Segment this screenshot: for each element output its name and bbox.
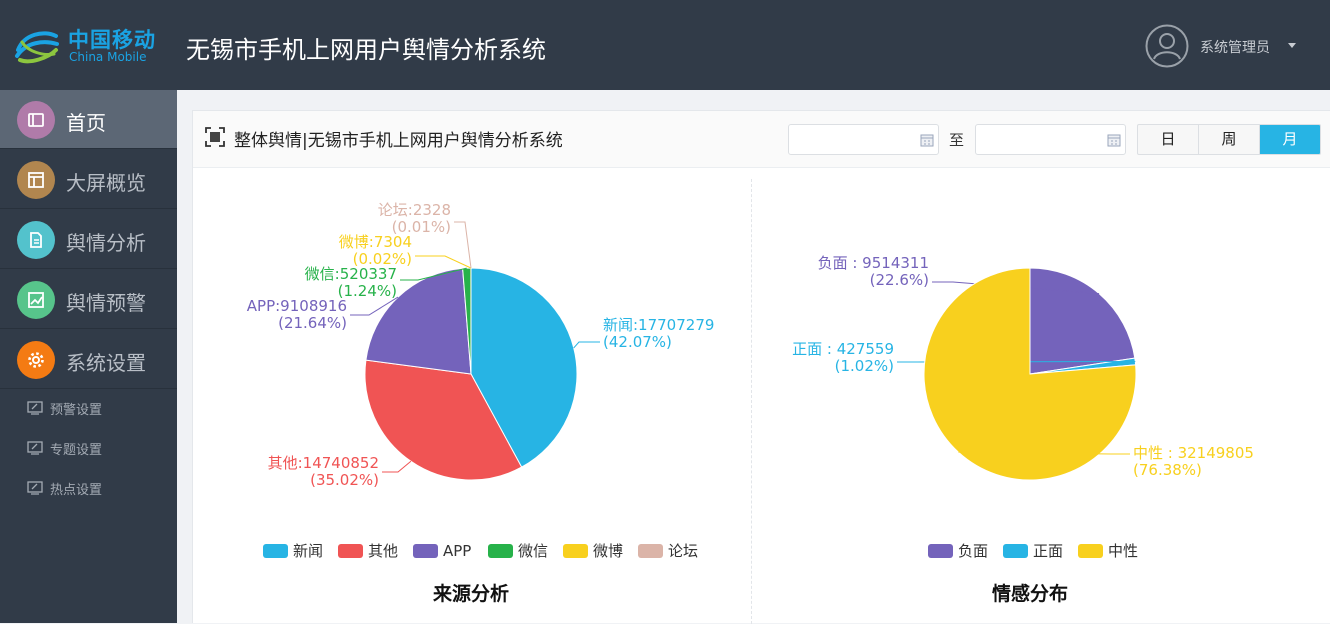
sidebar-item-circle xyxy=(17,161,55,199)
pie-label-percent: (1.02%) xyxy=(835,357,894,375)
pie-label: 其他:14740852 xyxy=(268,454,379,472)
pie-leader-line xyxy=(574,342,600,348)
app-title: 无锡市手机上网用户舆情分析系统 xyxy=(186,30,546,65)
pie-label-percent: (76.38%) xyxy=(1133,461,1202,479)
logo-text-en: China Mobile xyxy=(69,50,146,64)
sidebar: 首页 大屏概览 舆情分析 舆情预警 系统设置 预警设置 专题设置 热点设置 xyxy=(0,90,177,623)
home-icon xyxy=(27,111,45,129)
chart-title: 来源分析 xyxy=(433,582,509,605)
user-avatar-icon xyxy=(1145,24,1189,68)
legend-item: 负面 xyxy=(958,542,988,560)
panel-header: 整体舆情|无锡市手机上网用户舆情分析系统 至 日 周 月 xyxy=(193,111,1330,168)
end-date-input[interactable] xyxy=(975,124,1126,155)
pie-label-percent: (35.02%) xyxy=(310,471,379,489)
pie-label: 论坛:2328 xyxy=(378,201,451,219)
pie-label: 中性 : 32149805 xyxy=(1133,444,1254,462)
sidebar-item-settings[interactable]: 系统设置 xyxy=(0,330,177,389)
user-name: 系统管理员 xyxy=(1200,37,1270,57)
legend-swatch xyxy=(413,544,438,558)
sidebar-item-analysis[interactable]: 舆情分析 xyxy=(0,210,177,269)
legend-swatch xyxy=(488,544,513,558)
legend-swatch xyxy=(563,544,588,558)
legend-item: 其他 xyxy=(368,542,398,560)
china-mobile-logo-icon xyxy=(14,24,60,66)
legend-item: 正面 xyxy=(1033,542,1063,560)
pie-label-percent: (0.02%) xyxy=(353,250,412,268)
pie-label: APP:9108916 xyxy=(247,297,347,315)
pie-label-percent: (1.24%) xyxy=(338,282,397,300)
monitor-edit-icon xyxy=(27,480,43,496)
panel-title: 整体舆情|无锡市手机上网用户舆情分析系统 xyxy=(234,126,563,151)
sidebar-subitem-hotspot-settings[interactable]: 热点设置 xyxy=(0,468,177,508)
legend-swatch xyxy=(1003,544,1028,558)
pie-slice xyxy=(1030,268,1135,374)
sidebar-subitem-label: 专题设置 xyxy=(50,439,102,458)
sidebar-item-label: 系统设置 xyxy=(66,347,146,376)
pie-label: 新闻:17707279 xyxy=(603,316,714,334)
legend-item: 微信 xyxy=(518,542,548,560)
sidebar-subitem-label: 预警设置 xyxy=(50,399,102,418)
sidebar-item-home[interactable]: 首页 xyxy=(0,90,177,149)
charts-area: 新闻:17707279(42.07%) 其他:14740852(35.02%) AP… xyxy=(193,168,1330,624)
calendar-icon[interactable] xyxy=(1107,133,1121,147)
overview-panel: 整体舆情|无锡市手机上网用户舆情分析系统 至 日 周 月 新闻:17707279… xyxy=(192,110,1330,623)
sidebar-item-label: 舆情分析 xyxy=(66,227,146,256)
sidebar-item-warning[interactable]: 舆情预警 xyxy=(0,270,177,329)
gear-icon xyxy=(27,351,45,369)
chart-title: 情感分布 xyxy=(992,582,1068,605)
legend-item: APP xyxy=(443,542,471,560)
sidebar-item-label: 舆情预警 xyxy=(66,287,146,316)
period-month-button[interactable]: 月 xyxy=(1260,125,1320,154)
pie-label-percent: (21.64%) xyxy=(278,314,347,332)
sidebar-subitem-label: 热点设置 xyxy=(50,479,102,498)
sidebar-item-label: 大屏概览 xyxy=(66,167,146,196)
start-date-input[interactable] xyxy=(788,124,939,155)
sidebar-item-label: 首页 xyxy=(66,107,106,136)
sidebar-subitem-topic-settings[interactable]: 专题设置 xyxy=(0,428,177,468)
legend-swatch xyxy=(263,544,288,558)
sidebar-item-circle xyxy=(17,221,55,259)
sidebar-subitem-warning-settings[interactable]: 预警设置 xyxy=(0,388,177,428)
pie-label: 正面 : 427559 xyxy=(792,340,894,358)
monitor-edit-icon xyxy=(27,440,43,456)
period-switch: 日 周 月 xyxy=(1137,124,1321,155)
pie-label-percent: (0.01%) xyxy=(392,218,451,236)
sidebar-item-circle xyxy=(17,341,55,379)
pie-label-percent: (42.07%) xyxy=(603,333,672,351)
sidebar-item-circle xyxy=(17,101,55,139)
legend-swatch xyxy=(638,544,663,558)
pie-label: 负面 : 9514311 xyxy=(818,254,929,272)
calendar-icon[interactable] xyxy=(920,133,934,147)
pie-label-percent: (22.6%) xyxy=(870,271,929,289)
sidebar-item-circle xyxy=(17,281,55,319)
period-week-button[interactable]: 周 xyxy=(1199,125,1260,154)
legend-swatch xyxy=(1078,544,1103,558)
legend-item: 微博 xyxy=(593,542,623,560)
legend-swatch xyxy=(928,544,953,558)
sidebar-item-dashboard[interactable]: 大屏概览 xyxy=(0,150,177,209)
document-icon xyxy=(27,231,45,249)
legend-swatch xyxy=(338,544,363,558)
legend-item: 中性 xyxy=(1108,542,1138,560)
china-mobile-logo[interactable]: 中国移动 China Mobile xyxy=(14,22,174,68)
chevron-down-icon xyxy=(1288,43,1296,48)
chart-icon xyxy=(27,291,45,309)
pie-leader-line xyxy=(382,461,411,472)
legend-item: 论坛 xyxy=(668,542,698,560)
period-day-button[interactable]: 日 xyxy=(1138,125,1199,154)
pie-leader-line xyxy=(415,256,471,268)
top-bar: 中国移动 China Mobile 无锡市手机上网用户舆情分析系统 系统管理员 xyxy=(0,0,1330,90)
fullscreen-icon[interactable] xyxy=(205,127,225,147)
dashboard-icon xyxy=(27,171,45,189)
monitor-edit-icon xyxy=(27,400,43,416)
legend-item: 新闻 xyxy=(293,542,323,560)
date-range-separator: 至 xyxy=(949,129,964,150)
